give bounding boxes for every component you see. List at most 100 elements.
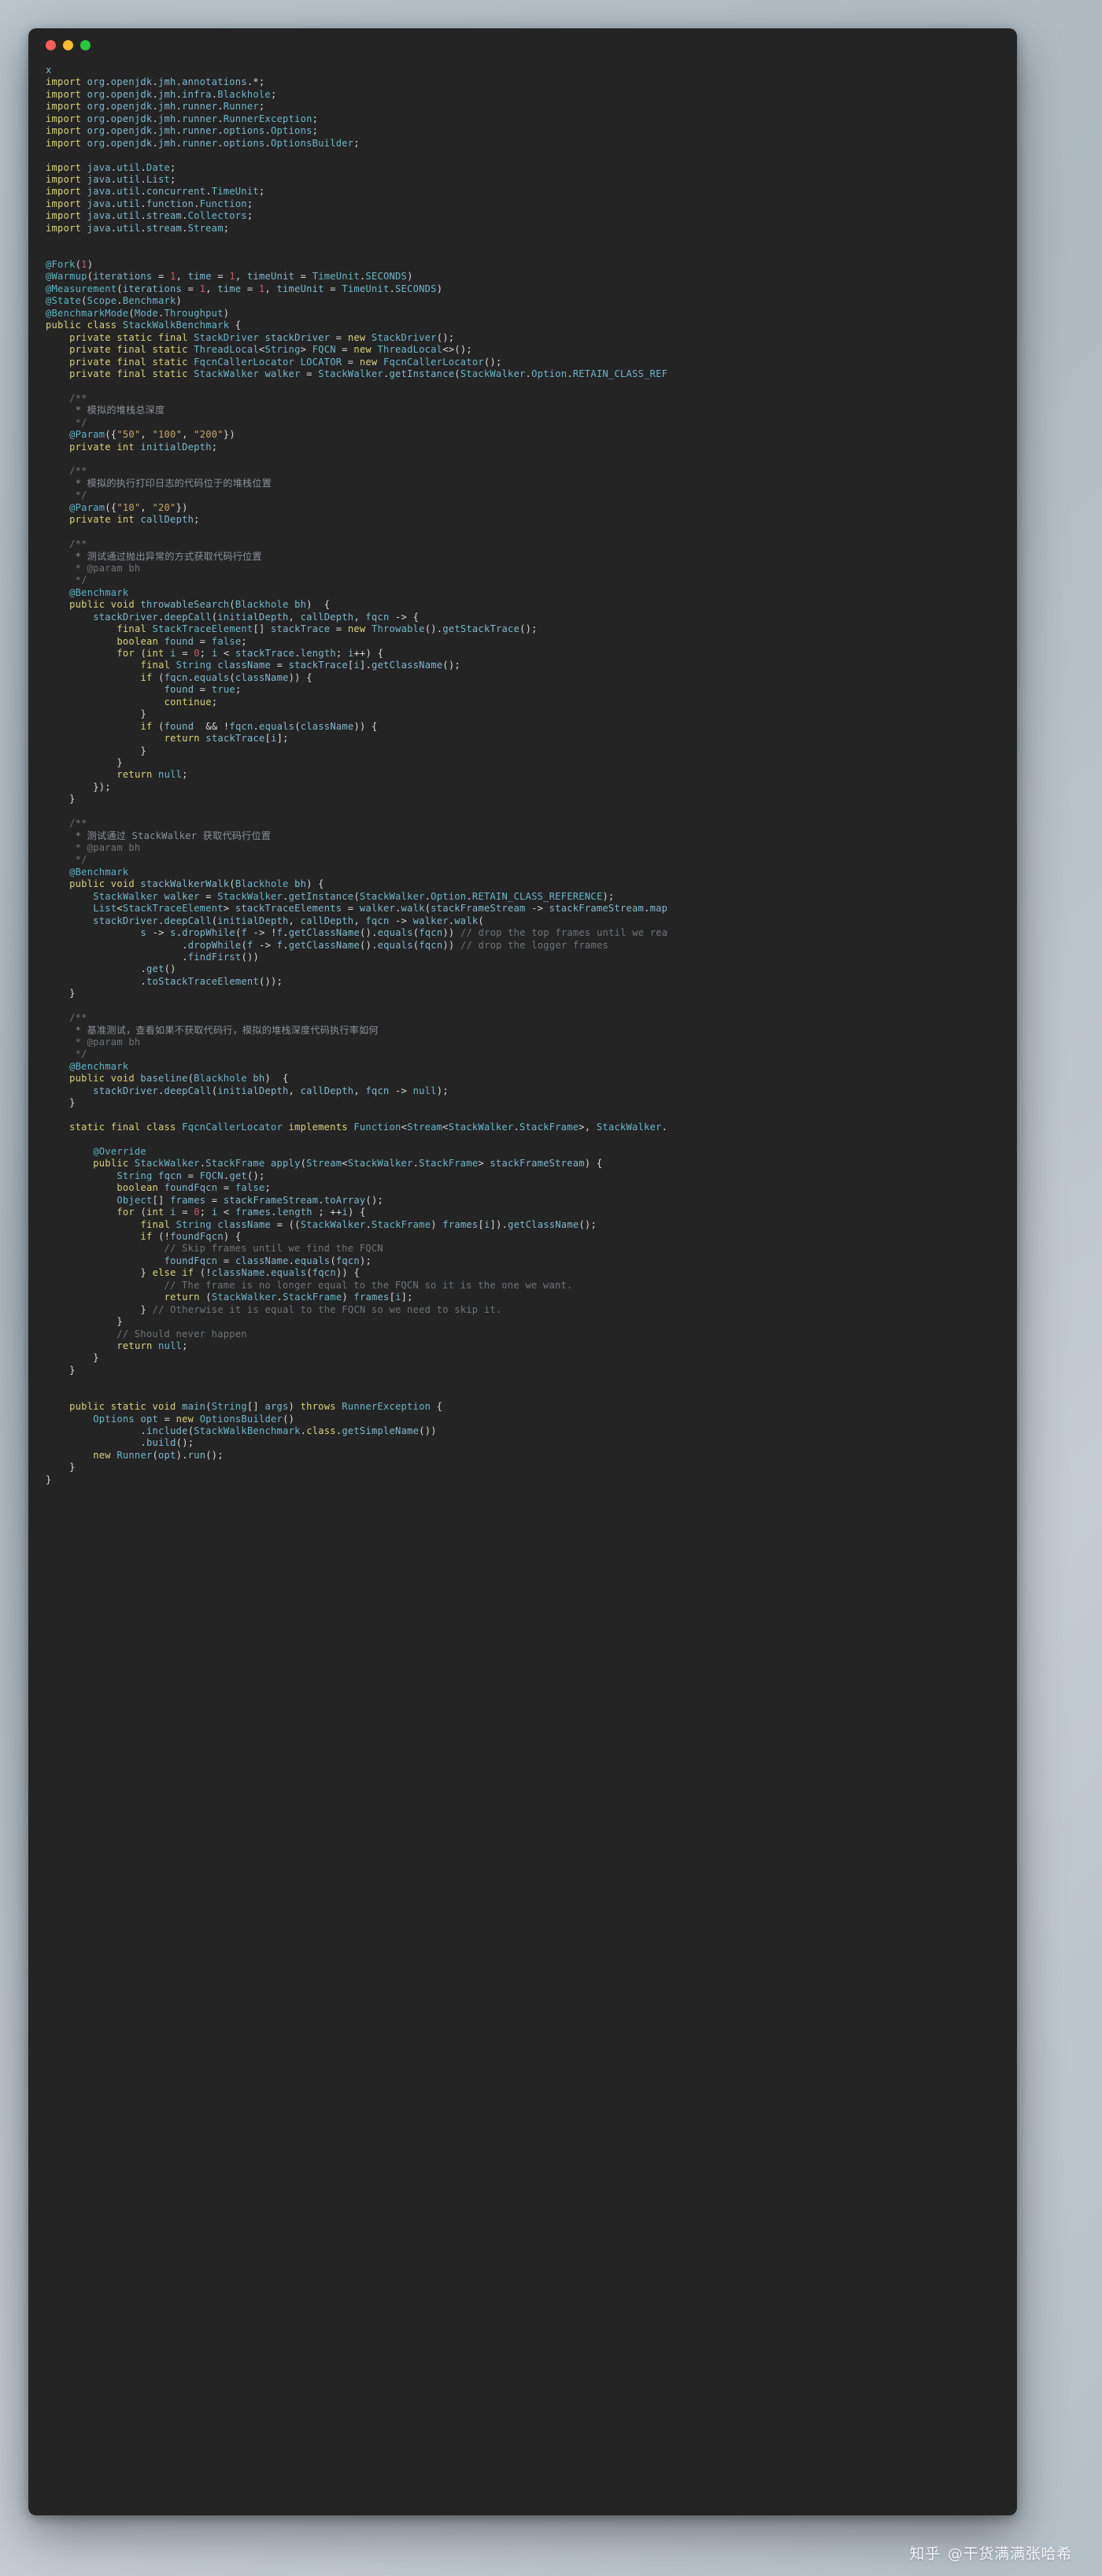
code-line: * 测试通过抛出异常的方式获取代码行位置	[46, 550, 262, 562]
code-line: @Measurement(iterations = 1, time = 1, t…	[46, 283, 443, 294]
code-line: @Override	[93, 1145, 146, 1157]
code-line: @Warmup(iterations = 1, time = 1, timeUn…	[46, 271, 413, 283]
code-line: import org.openjdk.jmh.infra.Blackhole;	[46, 88, 277, 100]
code-line: boolean found = false;	[116, 635, 247, 647]
code-line: * 模拟的执行打印日志的代码位于的堆栈位置	[46, 477, 272, 489]
code-line: * 测试通过 StackWalker 获取代码行位置	[46, 830, 272, 841]
code-line: public class StackWalkBenchmark {	[46, 320, 242, 331]
code-line: StackWalker walker = StackWalker.getInst…	[93, 890, 615, 902]
code-line: // Skip frames until we find the FQCN	[46, 1243, 383, 1255]
code-line: }	[69, 988, 76, 1000]
code-line: .dropWhile(f -> f.getClassName().equals(…	[182, 939, 609, 951]
code-line: /**	[46, 465, 87, 477]
code-line: /**	[46, 818, 87, 830]
code-line: @Benchmark	[69, 1060, 129, 1072]
close-button[interactable]	[46, 40, 56, 50]
code-line: // Should never happen	[46, 1328, 247, 1340]
code-line: .get()	[140, 963, 176, 975]
code-line: return null;	[116, 1340, 188, 1351]
code-line: return (StackWalker.StackFrame) frames[i…	[164, 1292, 413, 1303]
code-line: new Runner(opt).run();	[93, 1449, 224, 1461]
code-line: public StackWalker.StackFrame apply(Stre…	[93, 1158, 603, 1170]
maximize-button[interactable]	[80, 40, 91, 50]
code-line: }	[69, 1364, 76, 1376]
code-line: .build();	[140, 1437, 194, 1449]
code-line: @Param({"50", "100", "200"})	[69, 429, 235, 441]
code-line: final StackTraceElement[] stackTrace = n…	[116, 623, 538, 635]
code-line: for (int i = 0; i < frames.length ; ++i)…	[116, 1207, 366, 1218]
minimize-button[interactable]	[63, 40, 73, 50]
code-line: private final static StackWalker walker …	[69, 368, 668, 379]
code-line: } // Otherwise it is equal to the FQCN s…	[140, 1303, 502, 1315]
code-line: import org.openjdk.jmh.runner.RunnerExce…	[46, 113, 319, 124]
code-line: boolean foundFqcn = false;	[116, 1182, 272, 1194]
code-line: @Benchmark	[69, 586, 129, 598]
code-line: stackDriver.deepCall(initialDepth, callD…	[93, 915, 484, 926]
code-line: * 模拟的堆栈总深度	[46, 405, 165, 416]
code-line: * @param bh	[46, 1037, 141, 1048]
code-line: private static final StackDriver stackDr…	[69, 331, 455, 343]
code-line: // The frame is no longer equal to the F…	[46, 1279, 573, 1291]
code-line: }	[116, 1316, 123, 1328]
code-line: private final static ThreadLocal<String>…	[69, 344, 472, 356]
code-line: final String className = ((StackWalker.S…	[140, 1218, 597, 1230]
code-line: .findFirst())	[182, 951, 260, 963]
code-line: import java.util.stream.Stream;	[46, 222, 230, 234]
watermark-author: @干货满满张哈希	[947, 2545, 1072, 2563]
code-line: List<StackTraceElement> stackTraceElemen…	[93, 903, 668, 915]
code-line: }	[116, 756, 123, 768]
code-line: public static void main(String[] args) t…	[69, 1401, 443, 1413]
code-line: return stackTrace[i];	[164, 733, 289, 745]
code-line: }	[69, 1462, 76, 1473]
code-line: static final class FqcnCallerLocator imp…	[69, 1122, 668, 1133]
code-line: foundFqcn = className.equals(fqcn);	[164, 1255, 372, 1266]
code-line: private final static FqcnCallerLocator L…	[69, 356, 502, 368]
code-line: .toStackTraceElement());	[140, 975, 283, 987]
code-line: .include(StackWalkBenchmark.class.getSim…	[140, 1425, 437, 1436]
code-line: }	[93, 1352, 99, 1364]
code-line: private int callDepth;	[69, 514, 200, 526]
code-line: });	[93, 781, 111, 793]
code-line: import org.openjdk.jmh.runner.options.Op…	[46, 125, 319, 137]
code-line: /**	[46, 392, 87, 404]
code-line: return null;	[116, 769, 188, 781]
code-line: */	[46, 416, 87, 428]
code-line: @BenchmarkMode(Mode.Throughput)	[46, 307, 230, 319]
code-line: */	[46, 1048, 87, 1060]
code-line: s -> s.dropWhile(f -> !f.getClassName().…	[140, 927, 668, 939]
code-line: * @param bh	[46, 842, 141, 853]
code-line: import java.util.function.Function;	[46, 198, 253, 209]
code-line: @Benchmark	[69, 866, 129, 878]
code-line: */	[46, 575, 87, 586]
code-line: /**	[46, 1012, 87, 1024]
code-line: public void throwableSearch(Blackhole bh…	[69, 599, 331, 611]
code-line: @Fork(1)	[46, 259, 94, 270]
code-line: for (int i = 0; i < stackTrace.length; i…	[116, 648, 384, 659]
code-line: * 基准测试，查看如果不获取代码行，模拟的堆栈深度代码执行率如何	[46, 1024, 379, 1036]
code-line: import java.util.Date;	[46, 161, 176, 173]
code-line: if (fqcn.equals(className)) {	[140, 671, 312, 683]
code-line: }	[46, 1473, 52, 1485]
code-line: final String className = stackTrace[i].g…	[140, 660, 460, 671]
code-line: String fqcn = FQCN.get();	[116, 1170, 265, 1181]
code-line: import java.util.List;	[46, 173, 176, 185]
watermark: 知乎 @干货满满张哈希	[909, 2542, 1072, 2563]
code-line: stackDriver.deepCall(initialDepth, callD…	[93, 1085, 449, 1096]
code-line: x	[46, 65, 52, 76]
code-line: */	[46, 490, 87, 501]
code-line: if (!foundFqcn) {	[140, 1231, 242, 1242]
watermark-site: 知乎	[909, 2545, 941, 2563]
code-block[interactable]: x import org.openjdk.jmh.annotations.*; im…	[28, 65, 1017, 1486]
code-line: @State(Scope.Benchmark)	[46, 295, 183, 307]
code-line: */	[46, 854, 87, 866]
